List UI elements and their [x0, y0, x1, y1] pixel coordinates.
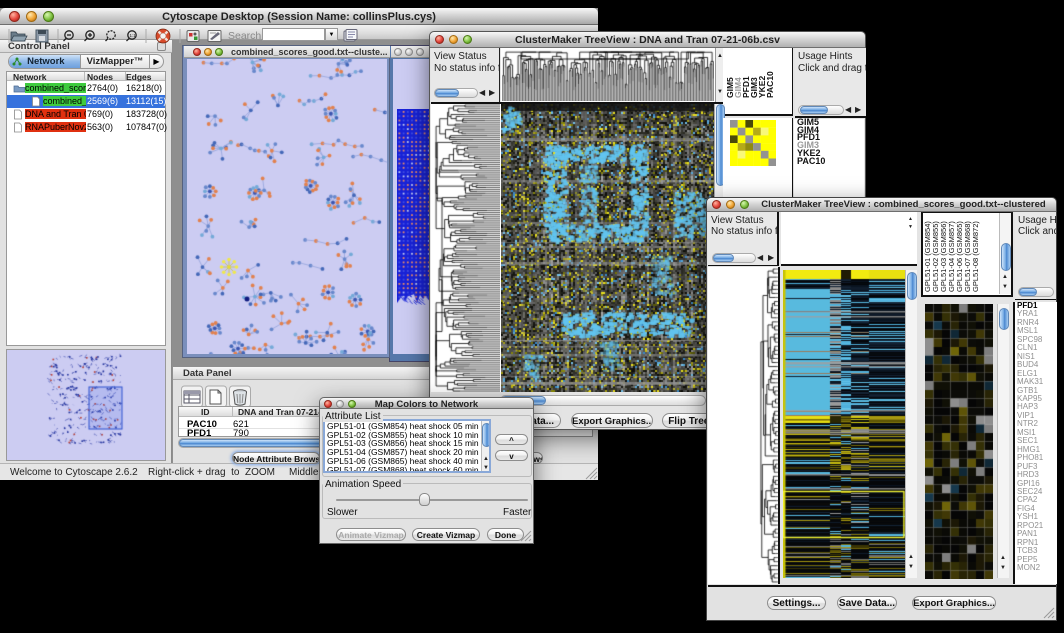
svg-text:1:1: 1:1	[130, 33, 137, 38]
